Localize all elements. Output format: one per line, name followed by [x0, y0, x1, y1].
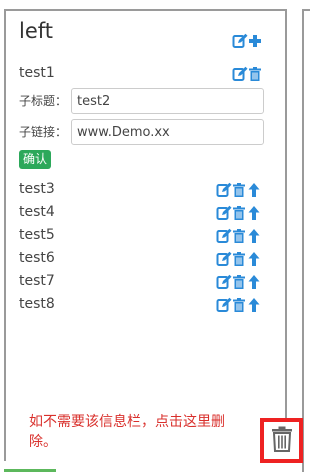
link-label: 子链接： — [19, 125, 68, 139]
trash-icon[interactable] — [232, 297, 247, 312]
list-item-label: test3 — [19, 181, 55, 197]
arrow-up-icon[interactable] — [248, 205, 263, 220]
next-panel-edge — [302, 9, 310, 472]
list-item[interactable]: test8 — [19, 294, 263, 314]
edit-icon[interactable] — [216, 182, 232, 197]
trash-icon[interactable] — [232, 182, 247, 197]
list-item-label: test8 — [19, 296, 55, 312]
arrow-up-icon[interactable] — [248, 182, 263, 197]
link-input[interactable] — [71, 119, 264, 145]
header-icons — [232, 32, 263, 48]
subtitle-input[interactable] — [71, 88, 264, 114]
list-item[interactable]: test3 — [19, 179, 263, 199]
arrow-up-icon[interactable] — [248, 228, 263, 243]
list-item-actions — [232, 65, 263, 81]
list-item[interactable]: test5 — [19, 225, 263, 245]
arrow-up-icon[interactable] — [248, 251, 263, 266]
subtitle-label: 子标题： — [19, 94, 68, 108]
list-item[interactable]: test1 — [19, 63, 263, 83]
list-item[interactable]: test4 — [19, 202, 263, 222]
plus-icon[interactable] — [248, 33, 263, 48]
edit-icon[interactable] — [216, 274, 232, 289]
link-form-row: 子链接： — [19, 119, 269, 145]
list-item-label: test1 — [19, 65, 55, 81]
trash-icon — [271, 426, 293, 456]
trash-icon[interactable] — [232, 205, 247, 220]
edit-icon[interactable] — [232, 33, 248, 48]
arrow-up-icon[interactable] — [248, 274, 263, 289]
list-item-label: test4 — [19, 204, 55, 220]
trash-icon[interactable] — [232, 251, 247, 266]
list-item-label: test6 — [19, 250, 55, 266]
list-item-actions — [216, 227, 263, 243]
list-item-actions — [216, 250, 263, 266]
list-item-actions — [216, 181, 263, 197]
trash-icon[interactable] — [232, 274, 247, 289]
confirm-button[interactable]: 确认 — [19, 150, 52, 169]
list-item-actions — [216, 296, 263, 312]
edit-icon[interactable] — [232, 66, 248, 81]
list-item[interactable]: test7 — [19, 271, 263, 291]
edit-icon[interactable] — [216, 297, 232, 312]
arrow-up-icon[interactable] — [248, 297, 263, 312]
list-item[interactable]: test6 — [19, 248, 263, 268]
list-item-actions — [216, 204, 263, 220]
delete-panel-button[interactable] — [260, 418, 303, 463]
subtitle-form-row: 子标题： — [19, 88, 269, 114]
edit-icon[interactable] — [216, 251, 232, 266]
delete-hint: 如不需要该信息栏，点击这里删除。 — [29, 414, 225, 450]
trash-icon[interactable] — [248, 66, 263, 81]
list-item-actions — [216, 273, 263, 289]
panel-header-actions — [19, 30, 263, 50]
edit-icon[interactable] — [216, 205, 232, 220]
list-item-label: test5 — [19, 227, 55, 243]
list-item-label: test7 — [19, 273, 55, 289]
edit-icon[interactable] — [216, 228, 232, 243]
trash-icon[interactable] — [232, 228, 247, 243]
